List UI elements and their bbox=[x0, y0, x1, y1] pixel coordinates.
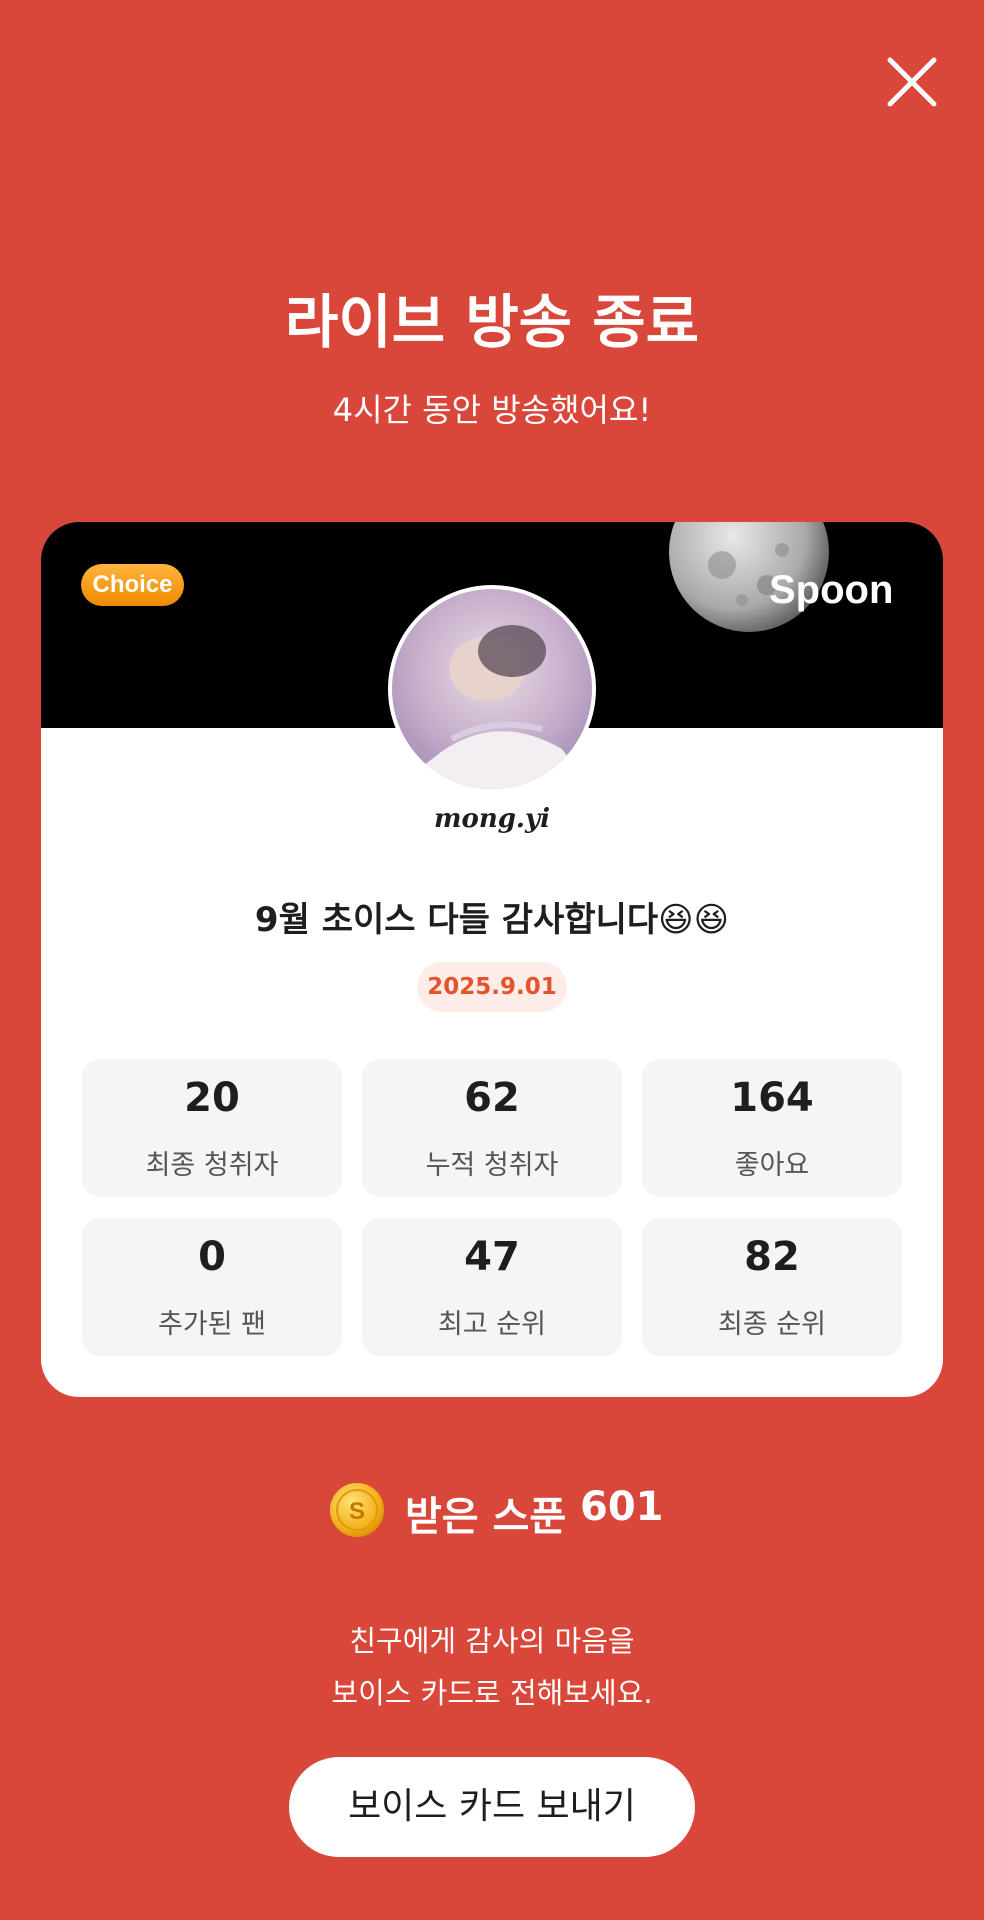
stat-value: 47 bbox=[464, 1234, 520, 1280]
stat-label: 추가된 팬 bbox=[158, 1309, 266, 1340]
stat-label: 최고 순위 bbox=[438, 1309, 546, 1340]
send-voice-card-button[interactable]: 보이스 카드 보내기 bbox=[289, 1757, 695, 1857]
stat-value: 20 bbox=[184, 1075, 240, 1121]
coin-letter: S bbox=[349, 1498, 365, 1525]
thanks-message-line-2: 보이스 카드로 전해보세요. bbox=[331, 1676, 653, 1710]
spoon-coin-icon: S bbox=[330, 1483, 384, 1537]
spoons-received-label: 받은 스푼 bbox=[405, 1494, 567, 1540]
broadcast-duration: 4시간 동안 방송했어요! bbox=[332, 391, 652, 429]
stat-label: 좋아요 bbox=[734, 1150, 810, 1181]
stat-value: 62 bbox=[464, 1075, 520, 1121]
thanks-message-line-1: 친구에게 감사의 마음을 bbox=[349, 1624, 635, 1658]
stat-label: 최종 청취자 bbox=[145, 1150, 279, 1181]
choice-badge: Choice bbox=[81, 564, 184, 606]
stat-likes: 164 좋아요 bbox=[642, 1059, 902, 1197]
stat-best-rank: 47 최고 순위 bbox=[362, 1218, 622, 1356]
avatar bbox=[388, 585, 596, 793]
stat-final-listeners: 20 최종 청취자 bbox=[82, 1059, 342, 1197]
host-username: mong.yi bbox=[434, 804, 550, 834]
stat-new-fans: 0 추가된 팬 bbox=[82, 1218, 342, 1356]
avatar-image bbox=[392, 589, 592, 789]
stat-label: 최종 순위 bbox=[718, 1309, 826, 1340]
spoon-logo: Spoon bbox=[769, 568, 894, 612]
stat-value: 82 bbox=[744, 1234, 800, 1280]
broadcast-date: 2025.9.01 bbox=[417, 962, 567, 1012]
stat-label: 누적 청취자 bbox=[425, 1150, 559, 1181]
stat-value: 164 bbox=[730, 1075, 814, 1121]
stat-total-listeners: 62 누적 청취자 bbox=[362, 1059, 622, 1197]
broadcast-title: 9월 초이스 다들 감사합니다😆😆 bbox=[254, 900, 730, 940]
broadcast-summary-card: Choice Spoon mong.yi 9월 초이스 다들 감사합니다😆😆 2… bbox=[41, 522, 943, 1397]
close-button[interactable] bbox=[880, 50, 944, 114]
stat-value: 0 bbox=[198, 1234, 226, 1280]
stat-final-rank: 82 최종 순위 bbox=[642, 1218, 902, 1356]
spoons-received-count: 601 bbox=[580, 1484, 664, 1530]
page-title: 라이브 방송 종료 bbox=[285, 288, 699, 356]
close-icon bbox=[887, 57, 937, 107]
